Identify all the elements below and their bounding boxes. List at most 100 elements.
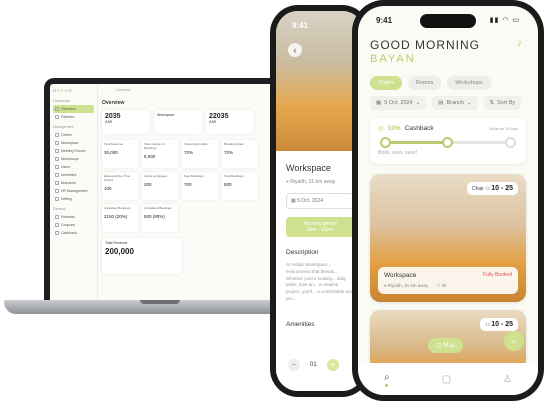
workspace-card[interactable]: Chair ⚇ 10 - 25 Workspace Fully Booked ⌖… [370, 174, 526, 302]
wifi-icon: ◠ [502, 17, 510, 24]
reward-icon [55, 215, 59, 219]
sidebar-item-overview[interactable]: Overview [53, 105, 94, 113]
cashback-progress-fill [382, 141, 448, 144]
workspace-photo [276, 11, 364, 151]
stat-cell: Bookings Rate 70% [222, 140, 258, 168]
summary-tile[interactable]: Workspace [154, 110, 202, 134]
sidebar-item-workshops[interactable]: Workshops [53, 155, 94, 163]
status-time: 9:41 [292, 21, 309, 30]
amenities-heading: Amenities [286, 320, 315, 328]
stat-cell: Cancelled Bookings 2150 (20%) [102, 204, 138, 232]
total-revenue-card: Total Revenue 200,000 [102, 238, 182, 274]
stat-cell: Completed Bookings 500 (80%) [142, 204, 178, 232]
notification-icon[interactable]: ♪ [517, 38, 522, 49]
sort-filter[interactable]: ⇅ Sort By [483, 96, 522, 110]
sidebar-item-hr[interactable]: HR Management [53, 187, 94, 195]
description-heading: Description [286, 249, 319, 256]
sidebar-item-setting[interactable]: Setting [53, 195, 94, 203]
search-icon: ⌕ [511, 336, 517, 346]
category-tabs: Chairs Rooms Workshops [370, 76, 491, 90]
detail-body: Workspace ⌖ Riyadh, 31 km away ▦ 5 Oct, … [276, 151, 364, 391]
building-icon: ▤ [438, 100, 444, 106]
sidebar-item-coupons[interactable]: Coupons [53, 221, 94, 229]
nav-profile[interactable]: ♙ [503, 374, 512, 385]
map-button[interactable]: ◫ Map [428, 338, 464, 353]
back-button[interactable]: ‹ [288, 43, 302, 57]
cashback-icon: ◎ [378, 125, 384, 132]
branch-filter[interactable]: ▤ Branch ⌄ [432, 96, 478, 110]
summary-tiles: 2035 SAR Workspace 22035 SAR [102, 110, 274, 134]
chevron-down-icon: ⌄ [466, 100, 472, 106]
laptop-screen-frame: BAYAN Dashboard Overview Partners Manage… [44, 78, 284, 301]
laptop-mockup: BAYAN Dashboard Overview Partners Manage… [4, 70, 316, 330]
progress-step-current [442, 137, 453, 148]
minus-button[interactable]: − [288, 359, 300, 371]
detail-location: ⌖ Riyadh, 31 km away [286, 179, 336, 185]
status-icons: ▮▮ ◠ ▭ [490, 16, 520, 24]
tile-value: 22035 [209, 113, 229, 120]
tab-workshops[interactable]: Workshops [447, 76, 491, 90]
quantity-stepper: − 01 + [288, 359, 339, 371]
sidebar-item-branches[interactable]: Branches [53, 179, 94, 187]
cashback-ends: Ends on 15 Nov [489, 125, 518, 131]
workspace-visitors: ⚇ 2k [436, 283, 447, 288]
progress-step-start [380, 137, 391, 148]
plus-button[interactable]: + [326, 359, 339, 371]
calendar-icon: ▦ [376, 100, 382, 106]
battery-icon: ▭ [512, 17, 520, 24]
summary-tile[interactable]: 2035 SAR [102, 110, 150, 134]
dynamic-island [420, 14, 476, 28]
summary-tile[interactable]: 22035 SAR [206, 110, 254, 134]
period-option[interactable]: Morning period 6am - 12pm [286, 217, 354, 237]
sidebar-section-management: Management [53, 125, 74, 129]
status-badge: Fully Booked [483, 272, 512, 278]
orders-icon [55, 133, 59, 137]
cashback-label: Cashback [404, 124, 434, 132]
sidebar-item-meeting-rooms[interactable]: Meeting Rooms [53, 147, 94, 155]
phone-home-mockup: 9:41 ▮▮ ◠ ▭ GOOD MORNING BAYAN ♪ Chairs … [352, 0, 544, 401]
search-fab[interactable]: ⌕ [504, 331, 524, 351]
user-icon [55, 165, 59, 169]
date-picker[interactable]: ▦ 5 Oct, 2024 [286, 193, 354, 209]
total-revenue-value: 200,000 [105, 247, 134, 256]
stat-cell: Total Revenue 30,000 [102, 140, 138, 168]
signal-icon: ▮▮ [489, 17, 500, 24]
laptop-notch [140, 300, 180, 304]
tab-rooms[interactable]: Rooms [407, 76, 442, 90]
cashback-progress [380, 137, 516, 148]
sidebar-item-users[interactable]: Users [53, 163, 94, 171]
coupon-icon [55, 223, 59, 227]
sidebar-item-amenities[interactable]: Amenities [53, 171, 94, 179]
capacity-badge: ⚇ 10 - 25 [480, 318, 518, 331]
calendar-icon: ▢ [441, 373, 452, 385]
workspace-info: Workspace Fully Booked ⌖ Riyadh, 31 km a… [378, 267, 518, 294]
people-icon: ⚇ [485, 186, 490, 192]
tile-value: 2035 [105, 113, 121, 120]
active-indicator [385, 383, 389, 387]
amenities-icon [55, 173, 59, 177]
grid-icon [55, 107, 59, 111]
bottom-nav: ⌕ ▢ ♙ [358, 363, 538, 395]
cashback-subtitle: Book, earn, save! [378, 150, 417, 156]
detail-title: Workspace [286, 163, 331, 173]
status-time: 9:41 [376, 16, 393, 25]
workspace-icon [55, 141, 59, 145]
workspace-detail-screen: 9:41 ‹ Workspace ⌖ Riyadh, 31 km away ▦ … [276, 11, 364, 391]
sidebar-item-workspace[interactable]: Workspace [53, 139, 94, 147]
date-filter[interactable]: ▦ 5 Oct, 2024 ⌄ [370, 96, 427, 110]
page-title: Overview [102, 100, 125, 106]
sidebar-item-cashback[interactable]: Cashback [53, 229, 94, 237]
sidebar-item-partners[interactable]: Partners [53, 113, 94, 121]
cashback-icon [55, 231, 59, 235]
sort-icon: ⇅ [489, 100, 495, 106]
nav-search[interactable]: ⌕ [384, 372, 390, 387]
dashboard-logo: BAYAN [53, 88, 73, 93]
cashback-card[interactable]: ◎ 10% Cashback Ends on 15 Nov Book, earn… [370, 118, 526, 164]
nav-bookings[interactable]: ▢ [442, 374, 451, 385]
tab-chairs[interactable]: Chairs [370, 76, 402, 90]
sidebar-section-dashboard: Dashboard [53, 99, 71, 103]
sidebar-item-rewards[interactable]: Rewards [53, 213, 94, 221]
search-icon: ⌕ [383, 371, 390, 383]
dashboard-screen: BAYAN Dashboard Overview Partners Manage… [50, 84, 278, 301]
sidebar-item-orders[interactable]: Orders [53, 131, 94, 139]
